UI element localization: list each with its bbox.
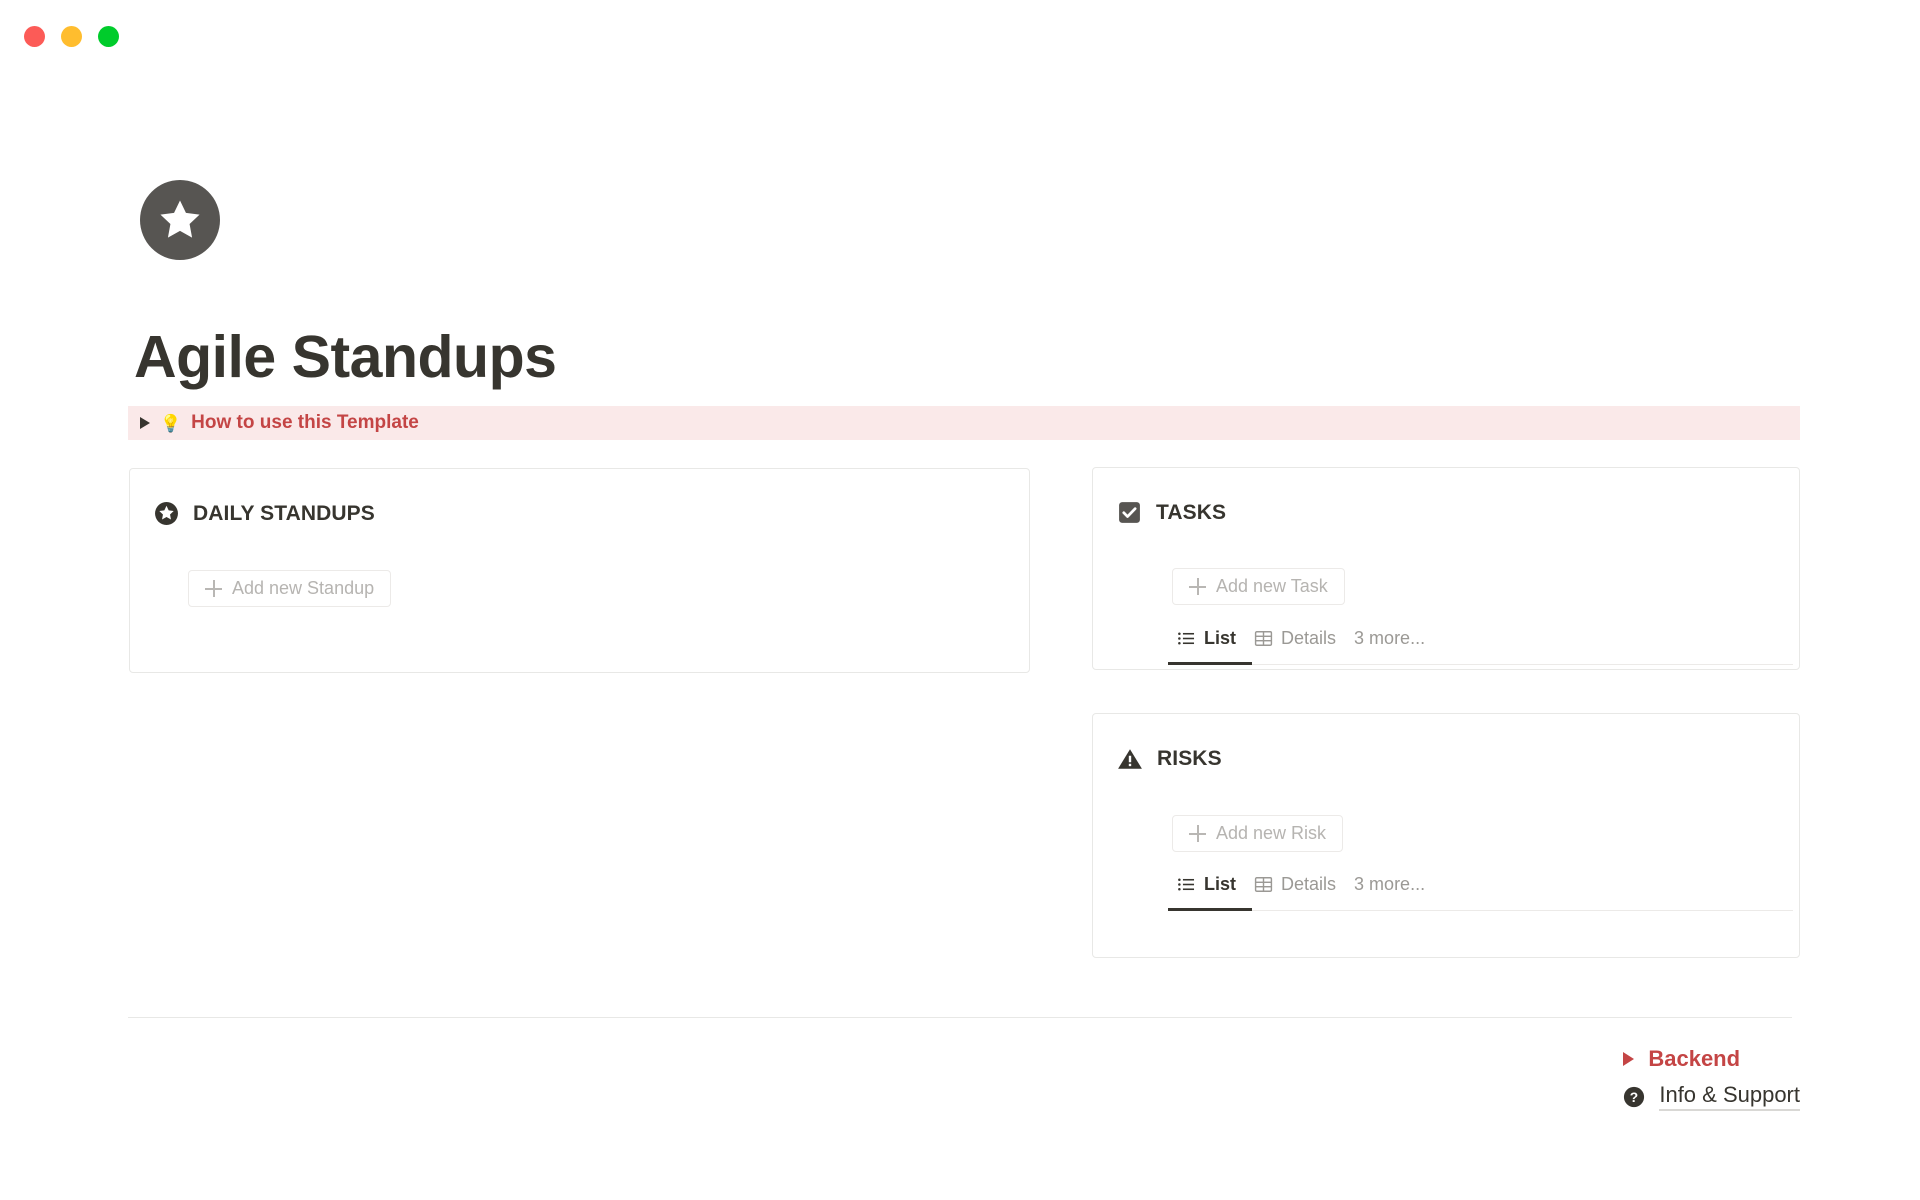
add-new-standup-label: Add new Standup [232, 578, 375, 598]
how-to-use-callout[interactable]: 💡 How to use this Template [128, 406, 1800, 440]
plus-icon [1189, 578, 1206, 595]
add-new-task-label: Add new Task [1216, 576, 1328, 596]
callout-label: How to use this Template [191, 412, 419, 433]
check-square-icon [1119, 502, 1140, 523]
maximize-window-button[interactable] [98, 26, 119, 47]
svg-text:?: ? [1630, 1089, 1638, 1104]
window-titlebar [0, 0, 1920, 62]
tab-risks-details[interactable]: Details [1245, 874, 1345, 903]
tab-tasks-details[interactable]: Details [1245, 628, 1345, 657]
close-window-button[interactable] [24, 26, 45, 47]
tasks-active-tab-indicator [1168, 662, 1252, 665]
tab-risks-details-label: Details [1281, 874, 1337, 894]
tab-tasks-list[interactable]: List [1168, 628, 1245, 657]
backend-label: Backend [1648, 1046, 1741, 1071]
tasks-view-tabs: List Details 3 more... [1168, 628, 1793, 657]
plus-icon [1189, 825, 1206, 842]
tab-tasks-list-label: List [1204, 628, 1237, 648]
add-new-task-button[interactable]: Add new Task [1172, 568, 1345, 605]
lightbulb-icon: 💡 [160, 413, 182, 433]
risks-more-views-button[interactable]: 3 more... [1345, 874, 1434, 903]
minimize-window-button[interactable] [61, 26, 82, 47]
add-new-standup-button[interactable]: Add new Standup [188, 570, 392, 607]
info-support-label: Info & Support [1659, 1082, 1800, 1111]
star-circle-icon [155, 502, 178, 525]
plus-icon [205, 580, 222, 597]
tab-risks-list-label: List [1204, 874, 1237, 894]
tab-risks-list[interactable]: List [1168, 874, 1245, 903]
backend-toggle-triangle-icon[interactable] [1623, 1052, 1635, 1066]
page-star-circle-icon[interactable] [140, 180, 220, 260]
daily-standups-header: DAILY STANDUPS [154, 501, 375, 526]
help-circle-icon: ? [1624, 1086, 1645, 1107]
traffic-lights [24, 26, 119, 47]
risks-active-tab-indicator [1168, 908, 1252, 911]
risks-view-tabs: List Details 3 more... [1168, 874, 1793, 903]
page-root: Agile Standups 💡 How to use this Templat… [0, 0, 1920, 1200]
list-icon [1178, 632, 1195, 645]
backend-toggle-row[interactable]: Backend [1623, 1046, 1740, 1072]
risks-header: RISKS [1117, 746, 1222, 772]
table-icon [1254, 631, 1273, 646]
callout-toggle-triangle-icon[interactable] [140, 417, 150, 429]
warning-triangle-icon [1118, 749, 1142, 769]
list-icon [1178, 878, 1195, 891]
daily-standups-title: DAILY STANDUPS [193, 501, 375, 525]
star-icon [160, 200, 200, 238]
footer-divider [128, 1017, 1792, 1018]
tasks-title: TASKS [1156, 500, 1227, 524]
info-support-row[interactable]: ? Info & Support [1623, 1082, 1800, 1111]
table-icon [1254, 877, 1273, 892]
risks-title: RISKS [1157, 747, 1222, 770]
page-title: Agile Standups [134, 324, 557, 390]
tasks-tabs-divider [1168, 664, 1793, 665]
risks-tabs-divider [1168, 910, 1793, 911]
tab-tasks-details-label: Details [1281, 628, 1337, 648]
tasks-header: TASKS [1117, 500, 1226, 525]
add-new-risk-label: Add new Risk [1216, 823, 1327, 843]
tasks-more-views-button[interactable]: 3 more... [1345, 628, 1434, 657]
footer-links: Backend ? Info & Support [1623, 1046, 1800, 1111]
add-new-risk-button[interactable]: Add new Risk [1172, 815, 1344, 852]
